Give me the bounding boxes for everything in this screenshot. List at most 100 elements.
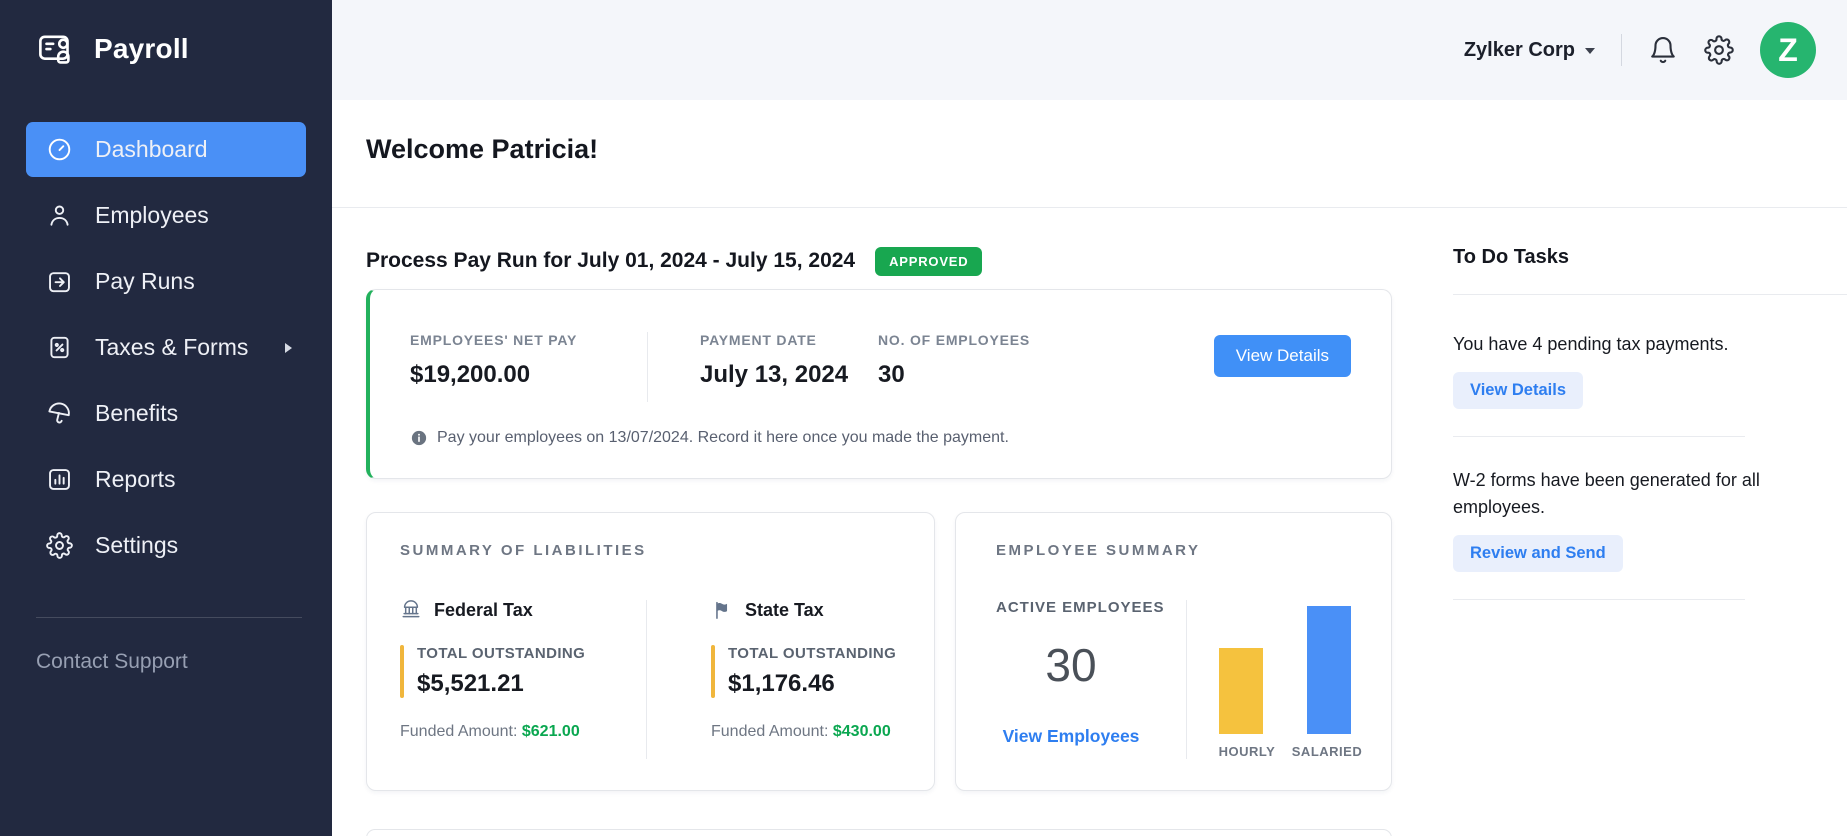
gear-icon [46,532,73,559]
stat-value: July 13, 2024 [700,361,878,389]
org-switcher[interactable]: Zylker Corp [1464,39,1595,62]
active-employees-label: ACTIVE EMPLOYEES [996,599,1146,616]
sidebar-item-reports[interactable]: Reports [26,452,306,507]
sidebar-divider [36,617,302,618]
sidebar-item-dashboard[interactable]: Dashboard [26,122,306,177]
liabilities-title: SUMMARY OF LIABILITIES [400,542,934,559]
sidebar-item-label: Dashboard [95,136,208,163]
welcome-row: Welcome Patricia! [332,100,1847,207]
notifications-button[interactable] [1648,35,1678,65]
outstanding-label: TOTAL OUTSTANDING [728,645,896,662]
todo-review-send-button[interactable]: Review and Send [1453,535,1623,572]
tax-name: Federal Tax [434,600,533,621]
org-name: Zylker Corp [1464,39,1575,62]
hourly-bar [1219,648,1263,734]
content-body: Process Pay Run for July 01, 2024 - July… [332,208,1847,836]
todo-divider [1453,294,1847,295]
stat-label: EMPLOYEES' NET PAY [410,332,647,348]
umbrella-icon [46,400,73,427]
bar-chart-icon [46,466,73,493]
outstanding-value: $1,176.46 [728,670,896,698]
page-title: Welcome Patricia! [366,134,1847,165]
state-tax-block: State Tax TOTAL OUTSTANDING $1,176.46 [711,599,934,741]
stat-label: PAYMENT DATE [700,332,878,348]
status-badge: APPROVED [875,247,982,276]
active-employees-count: 30 [996,638,1146,692]
view-details-button[interactable]: View Details [1214,335,1351,377]
tax-document-icon [46,334,73,361]
sidebar-item-pay-runs[interactable]: Pay Runs [26,254,306,309]
salaried-label: SALARIED [1287,744,1367,759]
sidebar-item-label: Settings [95,532,178,559]
stat-net-pay: EMPLOYEES' NET PAY $19,200.00 [410,332,647,389]
sidebar-item-employees[interactable]: Employees [26,188,306,243]
view-employees-link[interactable]: View Employees [1003,726,1140,747]
employee-summary-divider [1186,600,1187,759]
outstanding-label: TOTAL OUTSTANDING [417,645,585,662]
payrun-title: Process Pay Run for July 01, 2024 - July… [366,249,855,273]
stat-label: NO. OF EMPLOYEES [878,332,1030,348]
main-area: Zylker Corp Z Welcome Patricia! [332,0,1847,836]
sidebar-item-settings[interactable]: Settings [26,518,306,573]
sidebar-item-label: Benefits [95,400,178,427]
payrun-header: Process Pay Run for July 01, 2024 - July… [366,246,1392,276]
active-employees-block: ACTIVE EMPLOYEES 30 View Employees [996,599,1146,747]
todo-task-text: You have 4 pending tax payments. [1453,331,1773,358]
next-card-edge [366,829,1392,836]
chevron-right-icon [285,343,292,353]
funded-amount: $430.00 [833,723,891,740]
bell-icon [1648,35,1678,65]
content: Welcome Patricia! Process Pay Run for Ju… [332,100,1847,836]
funded-label: Funded Amount: [711,723,828,740]
todo-title: To Do Tasks [1453,246,1847,276]
topbar: Zylker Corp Z [332,0,1847,100]
stat-employee-count: NO. OF EMPLOYEES 30 [878,332,1030,389]
sidebar-item-label: Employees [95,202,209,229]
salaried-bar [1307,606,1351,734]
payrun-stats: EMPLOYEES' NET PAY $19,200.00 PAYMENT DA… [410,332,1351,402]
tax-name: State Tax [745,600,824,621]
liabilities-card: SUMMARY OF LIABILITIES [366,512,935,791]
employee-type-chart: HOURLY SALARIED [1219,600,1351,759]
payroll-app: Payroll Dashboard Employees Pay Runs [0,0,1847,836]
sidebar-item-label: Pay Runs [95,268,195,295]
sidebar-nav: Dashboard Employees Pay Runs Taxes & [0,122,332,573]
task-divider [1453,599,1745,600]
payroll-logo-icon [36,28,78,70]
employee-summary-card: EMPLOYEE SUMMARY ACTIVE EMPLOYEES 30 Vie… [955,512,1392,791]
cards-row: SUMMARY OF LIABILITIES [366,512,1392,791]
funded-label: Funded Amount: [400,723,517,740]
flag-icon [711,599,733,621]
contact-support-link[interactable]: Contact Support [36,650,332,674]
app-title: Payroll [94,33,189,65]
calendar-arrow-icon [46,268,73,295]
hourly-label: HOURLY [1207,744,1287,759]
sidebar-item-benefits[interactable]: Benefits [26,386,306,441]
gear-icon [1704,35,1734,65]
stat-value: $19,200.00 [410,361,647,389]
federal-tax-block: Federal Tax TOTAL OUTSTANDING $5,521.21 [400,599,623,741]
liabilities-divider [646,600,647,759]
todo-view-details-button[interactable]: View Details [1453,372,1583,409]
todo-panel: To Do Tasks You have 4 pending tax payme… [1392,208,1847,836]
person-icon [46,202,73,229]
app-logo: Payroll [0,0,332,70]
payrun-info-note: Pay your employees on 13/07/2024. Record… [410,429,1351,447]
stat-value: 30 [878,361,1030,389]
stat-payment-date: PAYMENT DATE July 13, 2024 [648,332,878,389]
payrun-card: EMPLOYEES' NET PAY $19,200.00 PAYMENT DA… [366,289,1392,479]
employee-summary-title: EMPLOYEE SUMMARY [996,542,1391,559]
speedometer-icon [46,136,73,163]
info-icon [410,429,428,447]
sidebar-item-taxes-forms[interactable]: Taxes & Forms [26,320,306,375]
settings-button[interactable] [1704,35,1734,65]
sidebar: Payroll Dashboard Employees Pay Runs [0,0,332,836]
main-column: Process Pay Run for July 01, 2024 - July… [366,208,1392,836]
sidebar-item-label: Taxes & Forms [95,334,248,361]
caret-down-icon [1585,48,1595,54]
funded-amount: $621.00 [522,723,580,740]
accent-bar [711,645,715,698]
user-avatar[interactable]: Z [1760,22,1816,78]
sidebar-item-label: Reports [95,466,176,493]
topbar-separator [1621,34,1622,66]
